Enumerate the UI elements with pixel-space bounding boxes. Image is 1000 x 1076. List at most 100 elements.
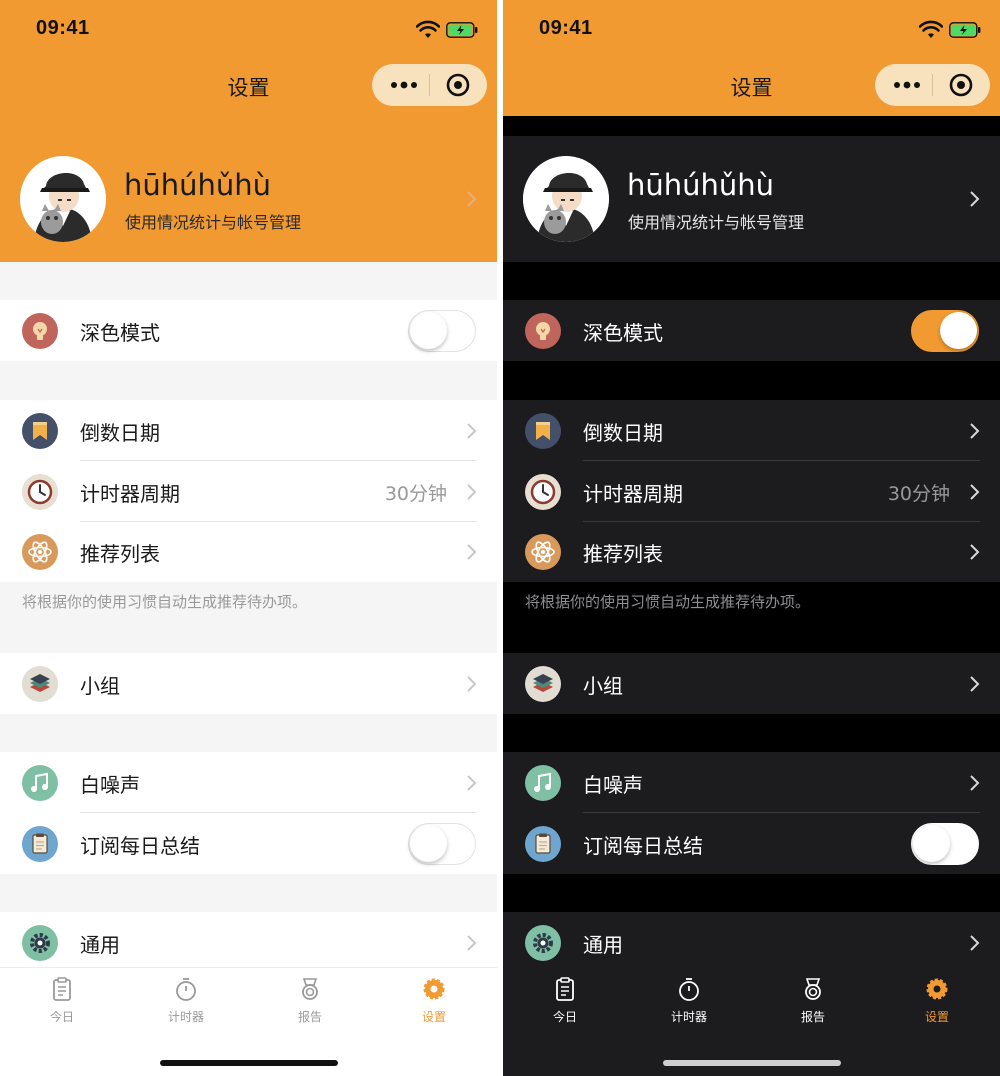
timer-period-label: 计时器周期 xyxy=(80,482,180,506)
white-noise-row[interactable]: 白噪声 xyxy=(0,752,497,813)
timer-period-value: 30分钟 xyxy=(887,483,950,505)
chevron-right-icon xyxy=(466,190,478,208)
tab-label: 报告 xyxy=(800,1010,825,1024)
avatar[interactable] xyxy=(523,156,609,242)
tab-bar: 今日 计时器 报告 设置 xyxy=(503,967,1000,1076)
more-icon[interactable] xyxy=(883,64,931,106)
bookmark-icon xyxy=(525,413,561,449)
tab-settings[interactable]: 设置 xyxy=(897,976,977,1025)
timer-section: 倒数日期 计时器周期 30分钟 推荐列表 xyxy=(503,400,1000,582)
stopwatch-icon xyxy=(679,978,699,1001)
timer-period-row[interactable]: 计时器周期 30分钟 xyxy=(0,461,497,522)
daily-summary-row: 订阅每日总结 xyxy=(0,813,497,874)
timer-section: 倒数日期 计时器周期 30分钟 推荐列表 xyxy=(0,400,497,582)
display-section: 深色模式 xyxy=(503,300,1000,361)
status-time: 09:41 xyxy=(36,17,90,39)
status-time: 09:41 xyxy=(539,17,593,39)
profile-card[interactable]: hūhúhǔhù 使用情况统计与帐号管理 xyxy=(503,136,1000,262)
recommend-list-row[interactable]: 推荐列表 xyxy=(0,521,497,582)
profile-name: hūhúhǔhù xyxy=(627,168,775,202)
tab-label: 计时器 xyxy=(670,1010,707,1024)
profile-subtitle: 使用情况统计与帐号管理 xyxy=(628,213,805,232)
close-miniprogram-icon[interactable] xyxy=(436,64,480,106)
medal-icon xyxy=(302,978,318,1000)
medal-icon xyxy=(805,978,821,1000)
dark-mode-label: 深色模式 xyxy=(80,321,160,345)
lightbulb-icon xyxy=(22,313,58,349)
layers-icon xyxy=(22,666,58,702)
capsule-divider xyxy=(429,74,430,96)
toggle-knob xyxy=(940,312,977,349)
lightbulb-icon xyxy=(525,313,561,349)
tab-timer[interactable]: 计时器 xyxy=(146,976,226,1025)
audio-section: 白噪声 订阅每日总结 xyxy=(0,752,497,874)
white-noise-row[interactable]: 白噪声 xyxy=(503,752,1000,813)
general-row[interactable]: 通用 xyxy=(0,912,497,973)
dark-mode-screen: 09:41 设置 hūhúhǔhù 使用情况统计与帐号管理 深色模式 倒数日期 … xyxy=(503,0,1000,1076)
tab-label: 报告 xyxy=(297,1010,322,1024)
tab-report[interactable]: 报告 xyxy=(773,976,853,1025)
groups-label: 小组 xyxy=(583,674,623,698)
timer-period-label: 计时器周期 xyxy=(583,482,683,506)
gear-icon xyxy=(926,978,948,1000)
timer-period-row[interactable]: 计时器周期 30分钟 xyxy=(503,461,1000,522)
stopwatch-icon xyxy=(176,978,196,1001)
avatar-illustration xyxy=(523,156,609,242)
chevron-right-icon xyxy=(969,675,981,693)
clipboard-icon xyxy=(556,977,574,1001)
status-bar: 09:41 xyxy=(503,0,1000,60)
battery-icon xyxy=(949,22,981,38)
gear-icon xyxy=(423,978,445,1000)
chevron-right-icon xyxy=(466,774,478,792)
countdown-label: 倒数日期 xyxy=(80,421,160,445)
close-miniprogram-icon[interactable] xyxy=(939,64,983,106)
capsule-divider xyxy=(932,74,933,96)
mini-program-capsule xyxy=(875,64,990,106)
recommend-list-label: 推荐列表 xyxy=(80,542,160,566)
tab-settings[interactable]: 设置 xyxy=(394,976,474,1025)
chevron-right-icon xyxy=(466,543,478,561)
toggle-knob xyxy=(913,825,950,862)
countdown-row[interactable]: 倒数日期 xyxy=(503,400,1000,461)
tab-label: 设置 xyxy=(924,1010,949,1024)
clock-icon xyxy=(22,474,58,510)
atom-icon xyxy=(22,534,58,570)
dark-mode-toggle[interactable] xyxy=(408,310,476,352)
clipboard-icon xyxy=(53,977,71,1001)
music-note-icon xyxy=(525,765,561,801)
daily-summary-label: 订阅每日总结 xyxy=(80,834,200,858)
nav-bar: 设置 xyxy=(503,60,1000,116)
tab-timer[interactable]: 计时器 xyxy=(649,976,729,1025)
groups-row[interactable]: 小组 xyxy=(0,653,497,714)
timer-period-value: 30分钟 xyxy=(384,483,447,505)
white-noise-label: 白噪声 xyxy=(80,773,140,797)
daily-summary-toggle[interactable] xyxy=(911,823,979,865)
chevron-right-icon xyxy=(969,422,981,440)
tab-today[interactable]: 今日 xyxy=(22,976,102,1025)
wifi-icon xyxy=(416,20,440,38)
light-mode-screen: 09:41 设置 hūhúhǔhù 使用情况统计与帐号管理 深色模式 倒数日期 … xyxy=(0,0,497,1076)
recommend-list-row[interactable]: 推荐列表 xyxy=(503,521,1000,582)
countdown-row[interactable]: 倒数日期 xyxy=(0,400,497,461)
dark-mode-toggle[interactable] xyxy=(911,310,979,352)
recommend-list-label: 推荐列表 xyxy=(583,542,663,566)
wifi-icon xyxy=(919,20,943,38)
daily-summary-toggle[interactable] xyxy=(408,823,476,865)
group-section: 小组 xyxy=(0,653,497,714)
tab-report[interactable]: 报告 xyxy=(270,976,350,1025)
chevron-right-icon xyxy=(969,190,981,208)
general-row[interactable]: 通用 xyxy=(503,912,1000,973)
groups-label: 小组 xyxy=(80,674,120,698)
groups-row[interactable]: 小组 xyxy=(503,653,1000,714)
general-label: 通用 xyxy=(583,933,623,957)
tab-today[interactable]: 今日 xyxy=(525,976,605,1025)
profile-name: hūhúhǔhù xyxy=(124,168,272,202)
chevron-right-icon xyxy=(969,934,981,952)
chevron-right-icon xyxy=(466,934,478,952)
chevron-right-icon xyxy=(466,422,478,440)
profile-card[interactable]: hūhúhǔhù 使用情况统计与帐号管理 xyxy=(0,116,497,262)
status-bar: 09:41 xyxy=(0,0,497,60)
avatar[interactable] xyxy=(20,156,106,242)
more-icon[interactable] xyxy=(380,64,428,106)
dark-mode-row: 深色模式 xyxy=(503,300,1000,361)
